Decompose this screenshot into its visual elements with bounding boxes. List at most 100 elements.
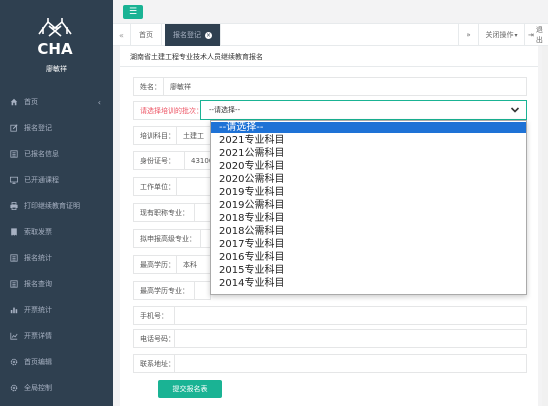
user-name: 廖敏祥 (46, 65, 67, 73)
chevron-left-icon: ‹ (97, 97, 101, 107)
sidebar-header: CHA 廖敏祥 (0, 0, 113, 80)
sidebar-item-invoice-details[interactable]: 开票详情 (0, 323, 113, 349)
sidebar-item-global-control[interactable]: 全局控制 (0, 375, 113, 401)
phone-label: 手机号： (133, 306, 175, 325)
form-row-subject: 培训科目： 土建工 (133, 126, 217, 145)
sidebar-item-home[interactable]: 首页 ‹ (0, 89, 113, 115)
panel-title: 湖南省土建工程专业技术人员继续教育报名 (130, 53, 263, 61)
chart-icon (10, 332, 18, 340)
gear-icon (10, 358, 18, 366)
dropdown-option[interactable]: 2017专业科目 (211, 239, 526, 250)
sidebar-item-label: 开票详情 (24, 332, 52, 340)
form-row-phone: 手机号： (133, 306, 527, 325)
edu-label: 最高学历： (133, 255, 177, 274)
logout-icon: ⇥ (528, 31, 534, 39)
close-icon[interactable]: × (205, 31, 212, 39)
sidebar-item-label: 全局控制 (24, 384, 52, 392)
list-icon (10, 280, 18, 288)
sidebar-item-reg-stats[interactable]: 报名统计 (0, 245, 113, 271)
dropdown-option[interactable]: 2019公需科目 (211, 200, 526, 211)
logo: CHA (37, 18, 73, 58)
title-label: 现有职称专业： (133, 203, 195, 222)
sidebar-item-invoice[interactable]: 索取发票 (0, 219, 113, 245)
form-row-tel: 电话号码： (133, 329, 527, 348)
dropdown-option[interactable]: 2021公需科目 (211, 148, 526, 159)
batch-dropdown-list: --请选择-- 2021专业科目 2021公需科目 2020专业科目 2020公… (210, 120, 527, 295)
tab-home[interactable]: 首页 (131, 24, 162, 46)
form-row-name: 姓名： 廖敏祥 (133, 77, 527, 96)
sidebar-item-label: 开票统计 (24, 306, 52, 314)
scrollbar[interactable] (542, 46, 548, 406)
svg-text:CHA: CHA (37, 40, 73, 58)
sidebar-item-register[interactable]: 报名登记 (0, 115, 113, 141)
sidebar-item-courses[interactable]: 已开通课程 (0, 167, 113, 193)
double-chevron-left-icon: « (119, 30, 124, 40)
tel-input[interactable] (175, 329, 527, 348)
submit-button[interactable]: 提交报名表 (158, 380, 222, 398)
divider (120, 66, 538, 67)
edit-icon (10, 124, 18, 132)
sidebar-item-label: 索取发票 (24, 228, 52, 236)
apply-label: 拟申报高级专业： (133, 229, 201, 248)
sidebar-item-invoice-stats[interactable]: 开票统计 (0, 297, 113, 323)
monitor-icon (10, 176, 18, 184)
edu-major-input[interactable] (195, 281, 211, 300)
work-label: 工作单位： (133, 177, 177, 196)
form-row-apply: 拟申报高级专业： (133, 229, 211, 248)
subject-label: 培训科目： (133, 126, 177, 145)
dropdown-option[interactable]: 2020公需科目 (211, 174, 526, 185)
batch-select[interactable]: --请选择-- (200, 100, 527, 120)
dropdown-option[interactable]: 2016专业科目 (211, 252, 526, 263)
double-chevron-right-icon: » (466, 31, 471, 39)
top-navbar: ☰ (113, 0, 548, 24)
dropdown-option[interactable]: 2019专业科目 (211, 187, 526, 198)
list-icon (10, 254, 18, 262)
form-row-id: 身份证号： 43100 (133, 151, 215, 170)
dropdown-option[interactable]: 2020专业科目 (211, 161, 526, 172)
bar-chart-icon (10, 307, 18, 314)
tab-bar: « 首页 报名登记 × » 关闭操作 ▾ ⇥ 退出 (113, 24, 548, 46)
caret-down-icon: ▾ (514, 31, 518, 39)
tel-label: 电话号码： (133, 329, 175, 348)
dropdown-option[interactable]: 2014专业科目 (211, 278, 526, 289)
tab-scroll-left-button[interactable]: « (113, 24, 131, 46)
logout-label: 退出 (535, 26, 543, 44)
dropdown-option[interactable]: 2018公需科目 (211, 226, 526, 237)
form-row-title: 现有职称专业： (133, 203, 211, 222)
sidebar-item-home-edit[interactable]: 首页编辑 (0, 349, 113, 375)
edu-value[interactable]: 本科 (177, 255, 211, 274)
sidebar-item-label: 报名查询 (24, 280, 52, 288)
sidebar-item-label: 已报名信息 (24, 150, 59, 158)
tab-label: 首页 (139, 31, 153, 39)
logout-button[interactable]: ⇥ 退出 (524, 24, 548, 46)
close-operations-dropdown[interactable]: 关闭操作 ▾ (478, 24, 524, 46)
sidebar-item-label: 报名统计 (24, 254, 52, 262)
tab-scroll-right-button[interactable]: » (458, 24, 478, 46)
sidebar-item-reg-query[interactable]: 报名查询 (0, 271, 113, 297)
tab-register[interactable]: 报名登记 × (165, 24, 221, 46)
dropdown-option[interactable]: 2021专业科目 (211, 135, 526, 146)
dropdown-option[interactable]: 2018专业科目 (211, 213, 526, 224)
sidebar-item-registered-info[interactable]: 已报名信息 (0, 141, 113, 167)
id-label: 身份证号： (133, 151, 185, 170)
form-row-addr: 联系地址： (133, 354, 527, 373)
form-row-edu: 最高学历： 本科 (133, 255, 211, 274)
menu-toggle-button[interactable]: ☰ (123, 5, 143, 19)
phone-input[interactable] (175, 306, 527, 325)
receipt-icon (11, 228, 17, 236)
dropdown-option[interactable]: --请选择-- (211, 122, 526, 133)
addr-label: 联系地址： (133, 354, 175, 373)
hamburger-icon: ☰ (128, 7, 138, 17)
work-input[interactable] (177, 177, 213, 196)
home-icon (10, 98, 18, 106)
form-row-edu-major: 最高学历专业： (133, 281, 211, 300)
sidebar-item-print-cert[interactable]: 打印继续教育证明 (0, 193, 113, 219)
sidebar-item-label: 报名登记 (24, 124, 52, 132)
name-value: 廖敏祥 (164, 77, 527, 96)
title-select[interactable] (195, 203, 211, 222)
dropdown-option[interactable]: 2015专业科目 (211, 265, 526, 276)
sidebar: CHA 廖敏祥 首页 ‹ 报名登记 已报名信息 已开通课程 打印继续教育证明 索… (0, 0, 113, 406)
addr-input[interactable] (175, 354, 527, 373)
gear-icon (10, 384, 18, 392)
sidebar-item-label: 打印继续教育证明 (24, 202, 80, 210)
